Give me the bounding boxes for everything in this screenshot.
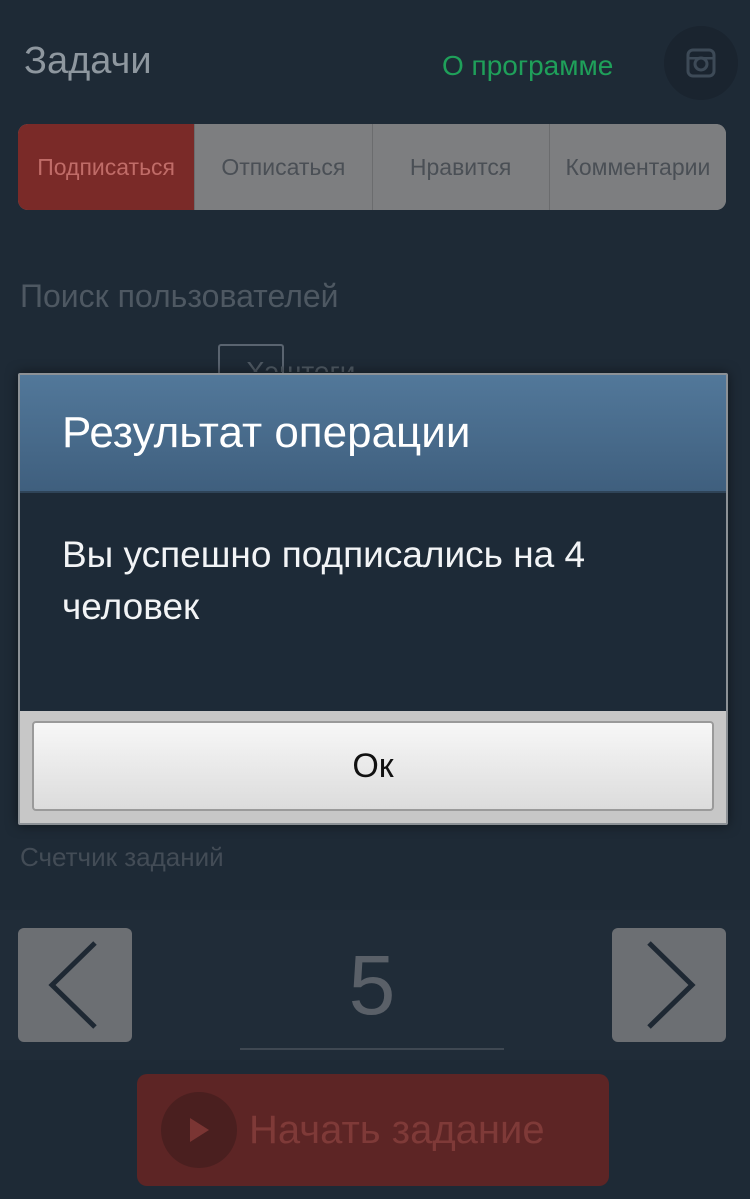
dialog-footer: Ок xyxy=(20,711,726,823)
dialog-body: Вы успешно подписались на 4 человек xyxy=(20,493,726,711)
result-dialog: Результат операции Вы успешно подписалис… xyxy=(18,373,728,825)
dialog-message: Вы успешно подписались на 4 человек xyxy=(62,534,586,627)
ok-button[interactable]: Ок xyxy=(32,721,714,811)
dialog-header: Результат операции xyxy=(20,375,726,493)
dialog-title: Результат операции xyxy=(62,408,471,457)
